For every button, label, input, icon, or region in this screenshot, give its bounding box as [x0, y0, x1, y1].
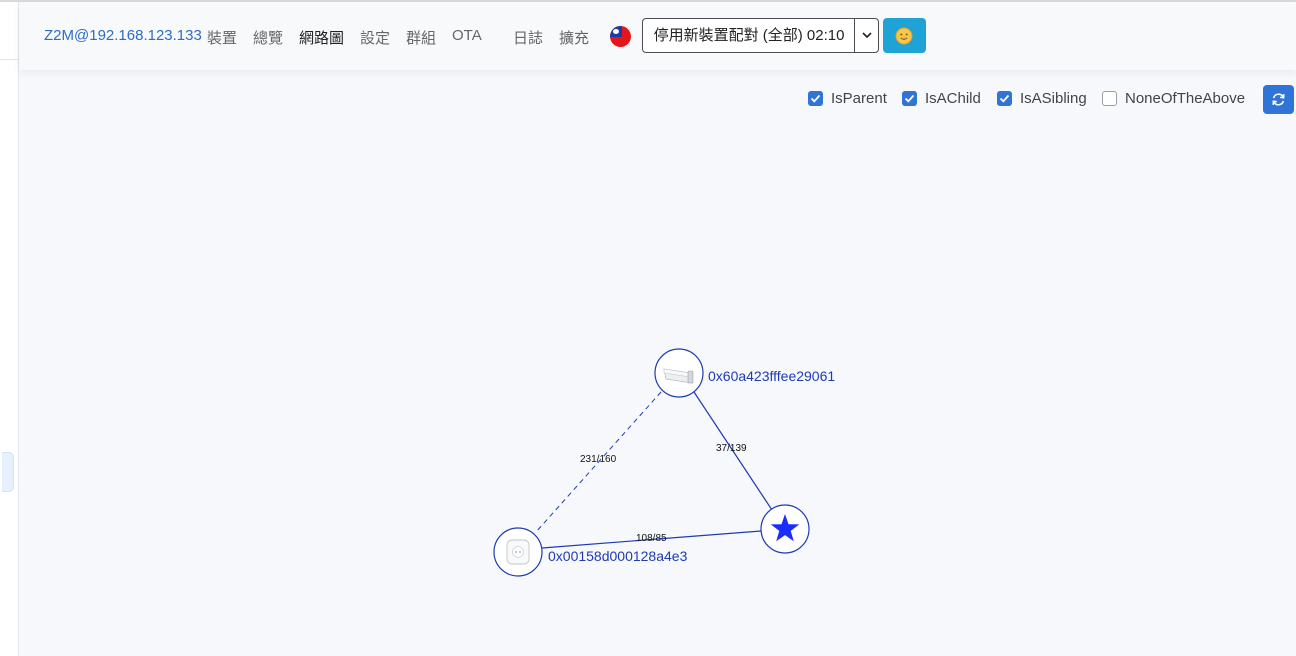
network-node-plug[interactable]	[493, 527, 543, 577]
node-label: 0x60a423fffee29061	[708, 368, 835, 384]
link-label: 231/160	[580, 454, 617, 465]
node-label: 0x00158d000128a4e3	[548, 548, 688, 564]
link-label: 108/85	[636, 533, 667, 544]
network-node-router[interactable]	[654, 348, 704, 398]
smart-plug-icon	[506, 539, 530, 565]
link-label: 37/139	[716, 443, 747, 454]
network-node-coordinator[interactable]	[760, 504, 810, 554]
network-graph: 231/160 37/139 108/85 0x60a423fffee29061…	[493, 348, 835, 577]
